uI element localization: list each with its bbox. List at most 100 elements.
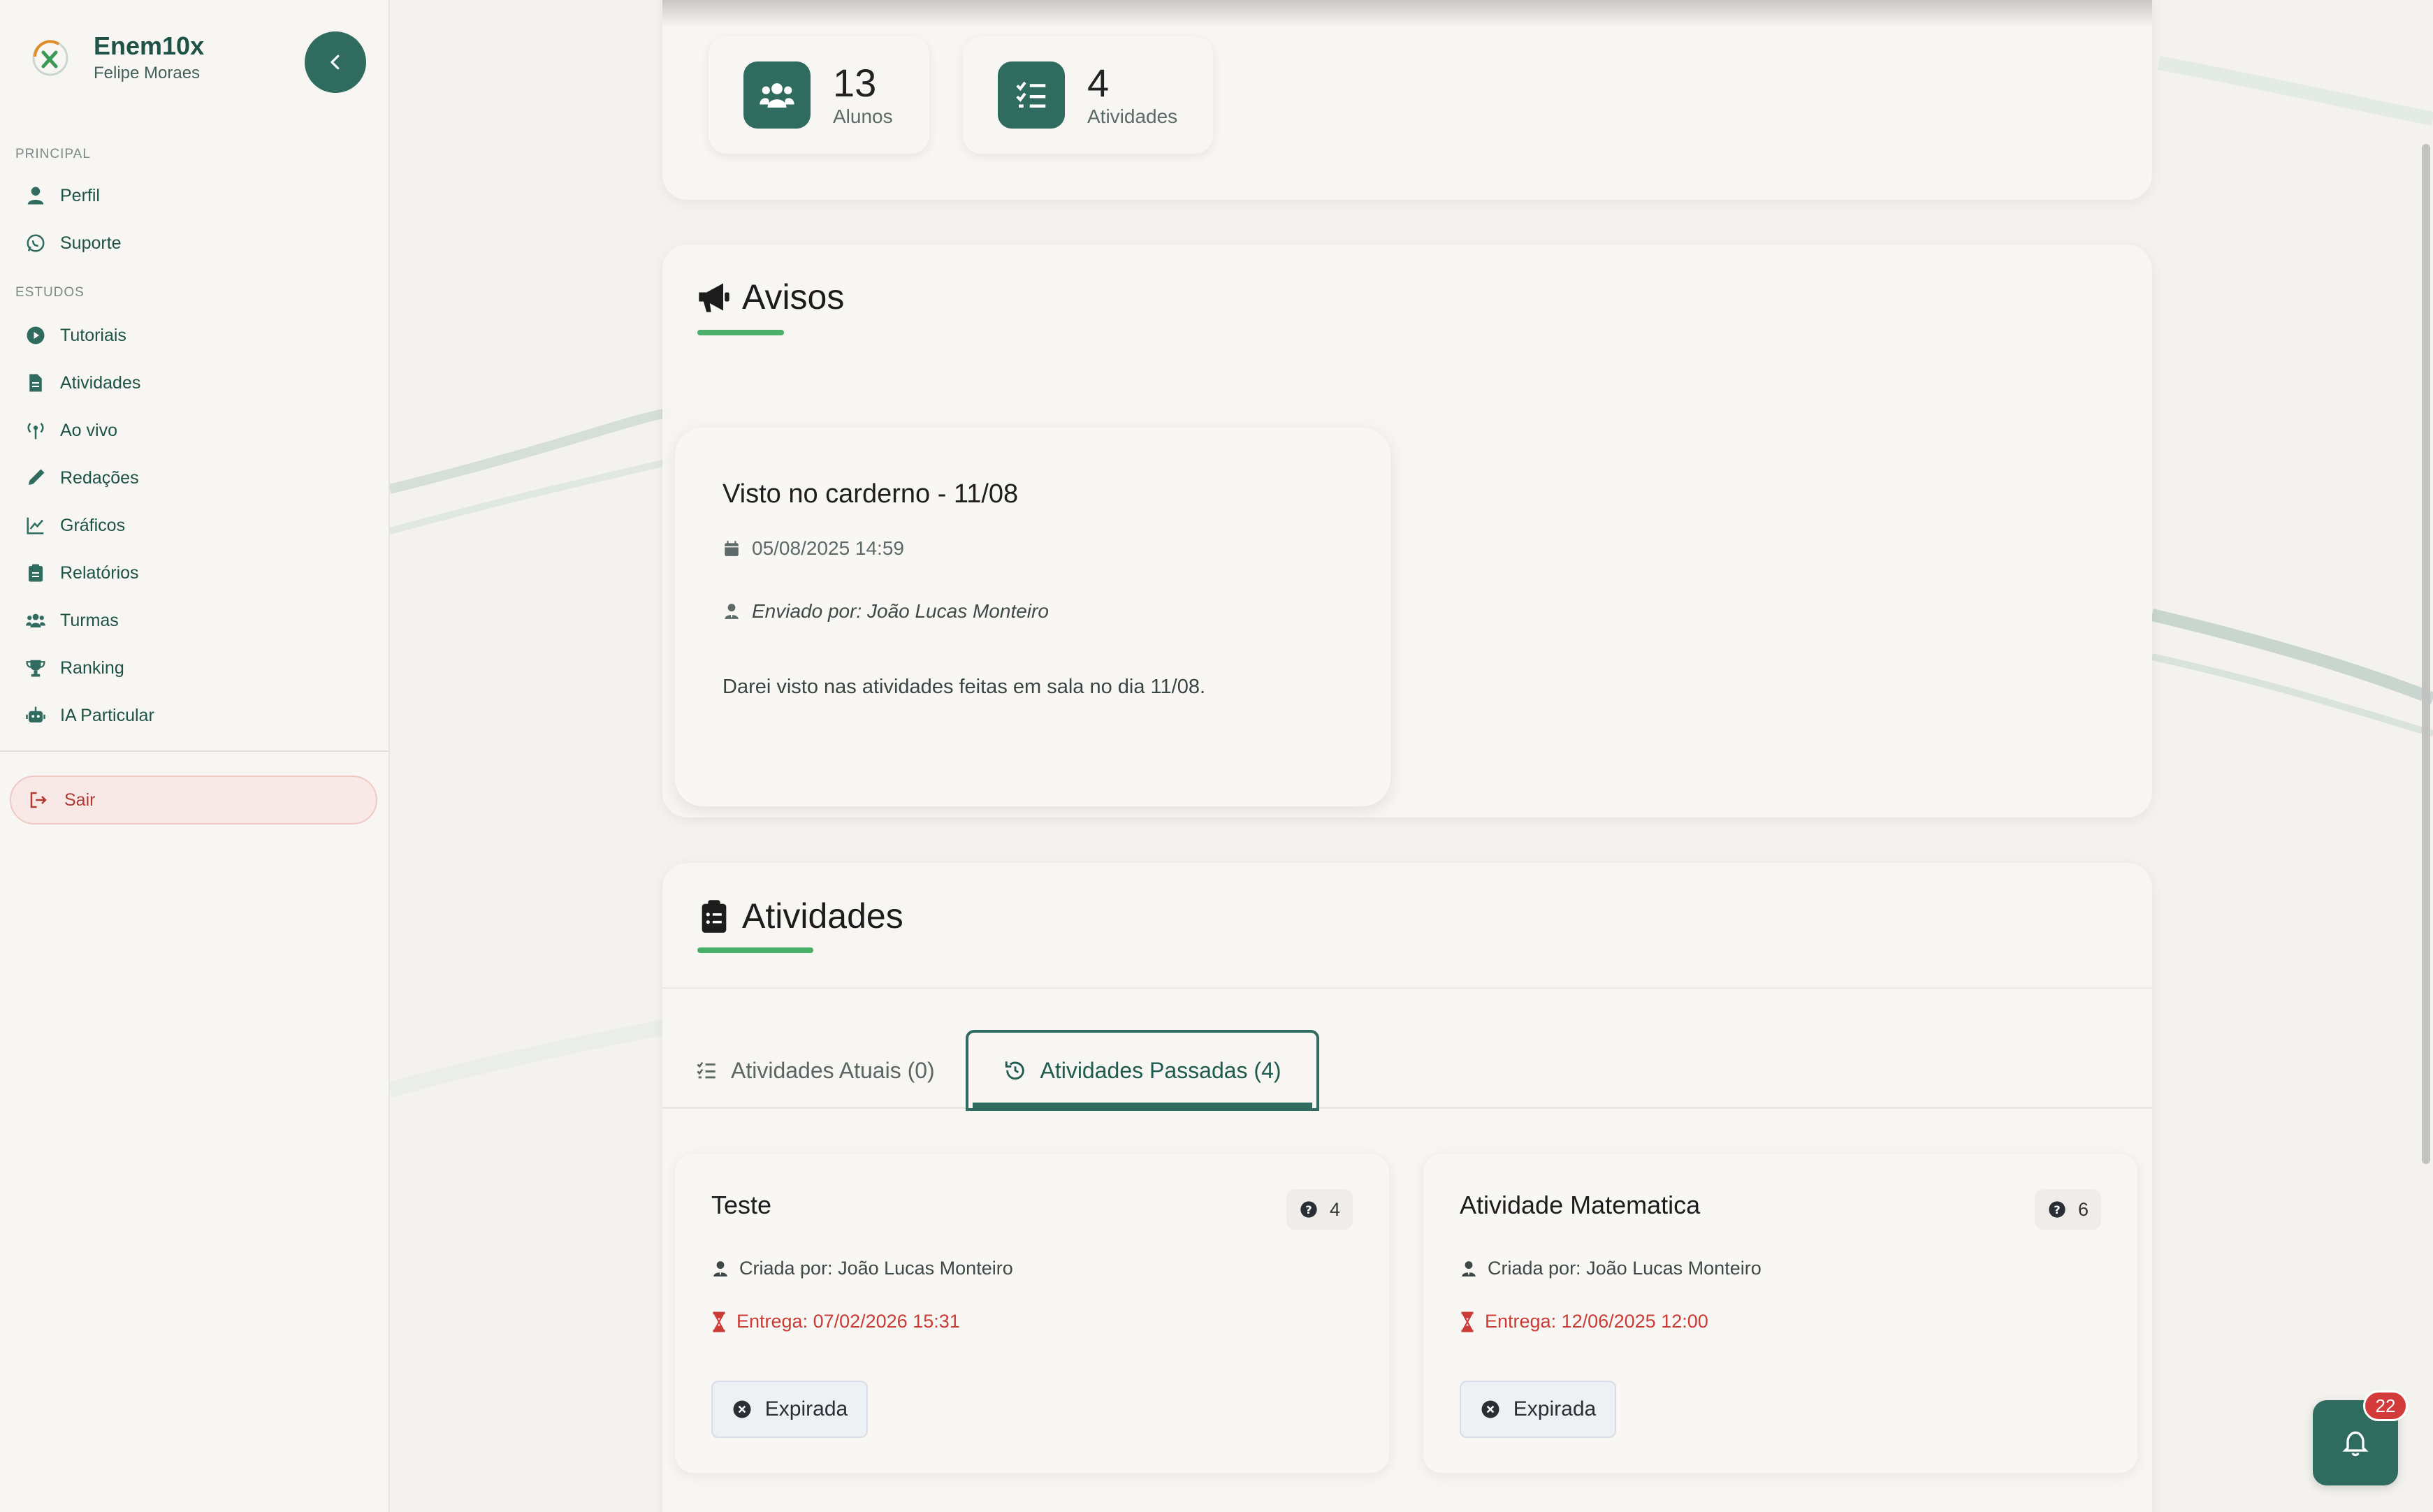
pen-icon: [29, 469, 45, 485]
sidebar-item-label: Tutoriais: [60, 325, 126, 345]
tab-label: Atividades Atuais (0): [731, 1057, 935, 1083]
sidebar-item-label: Redações: [60, 467, 139, 488]
aviso-sender-text: Enviado por: João Lucas Monteiro: [752, 600, 1049, 622]
robot-icon: [26, 706, 45, 722]
sidebar-item-label: Atividades: [60, 372, 141, 393]
stat-icon-box: [998, 61, 1065, 129]
whatsapp-icon: [27, 234, 45, 252]
sidebar-item-label: Suporte: [60, 233, 122, 253]
aviso-date: 05/08/2025 14:59: [722, 537, 1390, 560]
sidebar-item-ia-particular[interactable]: IA Particular: [25, 697, 154, 734]
avisos-title-underline: [697, 330, 784, 335]
sidebar-item-ao-vivo[interactable]: Ao vivo: [25, 412, 117, 449]
sidebar-item-label: Turmas: [60, 610, 119, 630]
x-circle-icon: [733, 1400, 751, 1418]
tab-atividades-passadas[interactable]: Atividades Passadas (4): [966, 1030, 1319, 1111]
question-count-badge: ? 4: [1286, 1189, 1353, 1230]
activity-creator-text: Criada por: João Lucas Monteiro: [739, 1258, 1013, 1279]
stat-atividades: 4 Atividades: [963, 36, 1213, 154]
history-icon: [1005, 1061, 1025, 1080]
sidebar-item-relatorios[interactable]: Relatórios: [25, 555, 139, 591]
sidebar-item-turmas[interactable]: Turmas: [25, 602, 119, 639]
bell-icon: [2342, 1431, 2369, 1457]
aviso-date-text: 05/08/2025 14:59: [752, 537, 904, 559]
stat-value: 13: [833, 61, 877, 105]
logo-icon: [32, 40, 68, 76]
hourglass-icon: [1461, 1311, 1474, 1332]
brand: Enem10x Felipe Moraes: [28, 31, 204, 85]
user-tie-icon: [713, 1260, 727, 1277]
sidebar-item-label: Ranking: [60, 657, 124, 678]
aviso-body: Darei visto nas atividades feitas em sal…: [722, 676, 1206, 698]
tasks-icon: [1016, 81, 1046, 108]
stat-alunos: 13 Alunos: [709, 36, 929, 154]
atividades-title: Atividades: [742, 896, 903, 936]
question-circle-icon: ?: [2049, 1201, 2065, 1218]
file-icon: [29, 374, 42, 392]
tasks-icon: [697, 1061, 716, 1079]
aviso-card[interactable]: Visto no carderno - 11/08 05/08/2025 14:…: [675, 428, 1390, 806]
logout-button[interactable]: Sair: [10, 776, 377, 824]
sidebar-item-label: Gráficos: [60, 515, 126, 535]
avisos-heading: Avisos: [696, 277, 844, 317]
svg-text:?: ?: [1305, 1203, 1312, 1216]
aviso-title: Visto no carderno - 11/08: [722, 479, 1019, 509]
tab-label: Atividades Passadas (4): [1040, 1057, 1281, 1083]
user-tie-icon: [725, 604, 739, 619]
question-count: 6: [2077, 1198, 2089, 1220]
user-icon: [27, 187, 44, 205]
activity-due-text: Entrega: 07/02/2026 15:31: [736, 1311, 960, 1332]
status-badge: Expirada: [1460, 1381, 1616, 1438]
sidebar-item-perfil[interactable]: Perfil: [25, 177, 100, 214]
question-circle-icon: ?: [1300, 1201, 1317, 1218]
collapse-sidebar-button[interactable]: [305, 31, 366, 93]
clipboard-list-icon: [702, 900, 727, 933]
activity-creator: Criada por: João Lucas Monteiro: [1460, 1258, 1762, 1279]
sidebar-item-label: Ao vivo: [60, 420, 117, 440]
sidebar-item-atividades[interactable]: Atividades: [25, 365, 140, 401]
brand-name: Enem10x: [94, 31, 205, 60]
activity-card[interactable]: Teste ? 4 Criada por: João Lucas Monteir…: [675, 1154, 1389, 1473]
sidebar-item-redacoes[interactable]: Redações: [25, 460, 139, 496]
activity-card[interactable]: Atividade Matematica ? 6 Criada por: Joã…: [1423, 1154, 2137, 1473]
logout-icon: [30, 792, 47, 808]
stat-value: 4: [1087, 61, 1110, 105]
sidebar-item-graficos[interactable]: Gráficos: [25, 507, 125, 544]
section-label-estudos: ESTUDOS: [15, 285, 85, 300]
activity-creator: Criada por: João Lucas Monteiro: [711, 1258, 1013, 1279]
tab-atividades-atuais[interactable]: Atividades Atuais (0): [695, 1030, 935, 1111]
user-name: Felipe Moraes: [94, 64, 201, 82]
broadcast-icon: [27, 423, 44, 439]
activity-due: Entrega: 12/06/2025 12:00: [1460, 1311, 1708, 1332]
sidebar-item-label: IA Particular: [60, 705, 154, 725]
sidebar-item-tutoriais[interactable]: Tutoriais: [25, 317, 126, 354]
atividades-title-underline: [697, 947, 813, 953]
hourglass-icon: [713, 1311, 725, 1332]
sidebar-item-suporte[interactable]: Suporte: [25, 225, 122, 261]
scrollbar-thumb[interactable]: [2422, 144, 2430, 1164]
status-badge: Expirada: [711, 1381, 868, 1438]
play-circle-icon: [27, 326, 45, 344]
question-count: 4: [1329, 1198, 1340, 1220]
status-label: Expirada: [764, 1397, 848, 1420]
aviso-sender: Enviado por: João Lucas Monteiro: [722, 600, 1390, 623]
logout-label: Sair: [64, 790, 96, 810]
stats-top-shadow: [662, 0, 2152, 28]
x-circle-icon: [1481, 1400, 1499, 1418]
sidebar-item-ranking[interactable]: Ranking: [25, 650, 124, 686]
chevron-left-icon: [331, 54, 340, 70]
line-chart-icon: [27, 517, 44, 535]
activity-due: Entrega: 07/02/2026 15:31: [711, 1311, 960, 1332]
section-label-principal: PRINCIPAL: [15, 147, 91, 161]
tabs-top-divider: [662, 987, 2152, 989]
stat-icon-box: [743, 61, 811, 129]
activity-title: Teste: [711, 1191, 772, 1219]
sidebar: Enem10x Felipe Moraes PRINCIPAL Perfil S…: [0, 0, 390, 1512]
users-icon: [26, 613, 45, 627]
question-count-badge: ? 6: [2034, 1189, 2101, 1230]
users-icon: [760, 83, 794, 108]
activity-due-text: Entrega: 12/06/2025 12:00: [1485, 1311, 1708, 1332]
clipboard-icon: [29, 564, 43, 582]
megaphone-icon: [699, 283, 729, 312]
trophy-icon: [26, 660, 45, 677]
